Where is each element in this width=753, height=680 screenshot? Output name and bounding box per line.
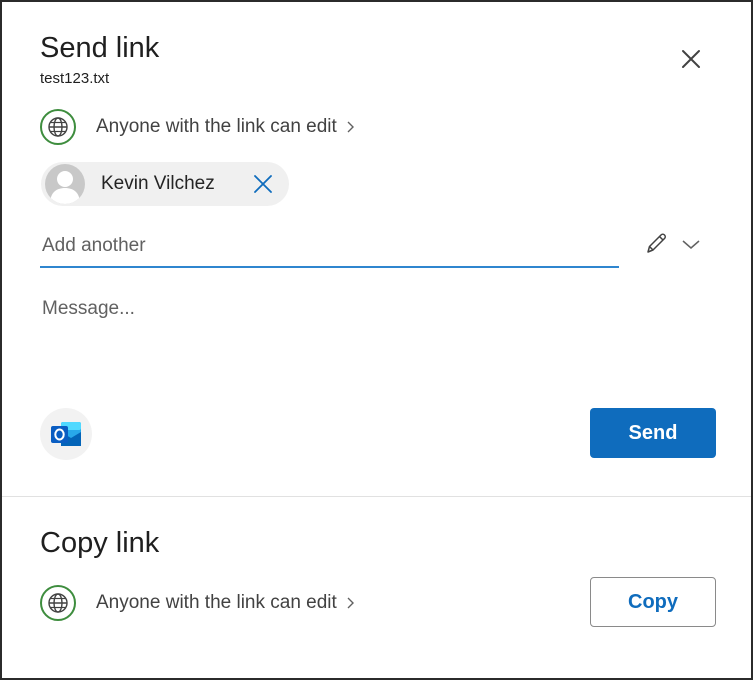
copy-link-permission-label: Anyone with the link can edit — [96, 592, 337, 613]
recipient-permission-dropdown[interactable] — [642, 226, 712, 262]
copy-link-permission-setting[interactable]: Anyone with the link can edit — [40, 583, 355, 623]
share-dialog: Send link test123.txt Anyone with the li… — [0, 0, 753, 680]
send-link-section: Send link test123.txt Anyone with the li… — [2, 2, 751, 496]
close-button[interactable] — [674, 42, 708, 76]
chevron-down-icon — [682, 240, 700, 249]
link-permission-setting[interactable]: Anyone with the link can edit — [40, 107, 355, 147]
person-avatar — [45, 164, 85, 204]
copy-link-title: Copy link — [40, 527, 160, 559]
chevron-right-icon — [345, 596, 355, 610]
globe-icon — [40, 585, 76, 621]
recipient-name: Kevin Vilchez — [101, 173, 215, 194]
copy-button[interactable]: Copy — [590, 577, 716, 627]
outlook-button[interactable] — [40, 408, 92, 460]
message-input[interactable] — [40, 292, 710, 382]
outlook-icon — [51, 422, 81, 446]
close-icon — [682, 50, 700, 68]
copy-link-section: Copy link Anyone with the link can edit … — [2, 497, 751, 678]
remove-recipient-button[interactable] — [251, 172, 275, 196]
close-icon — [254, 175, 272, 193]
file-name: test123.txt — [40, 70, 110, 87]
recipient-chip: Kevin Vilchez — [41, 162, 289, 206]
chevron-right-icon — [345, 120, 355, 134]
globe-icon — [40, 109, 76, 145]
link-permission-label: Anyone with the link can edit — [96, 116, 337, 137]
send-link-title: Send link — [40, 32, 160, 64]
send-button[interactable]: Send — [590, 408, 716, 458]
pencil-icon — [647, 233, 666, 253]
add-recipient-input[interactable] — [40, 226, 619, 268]
